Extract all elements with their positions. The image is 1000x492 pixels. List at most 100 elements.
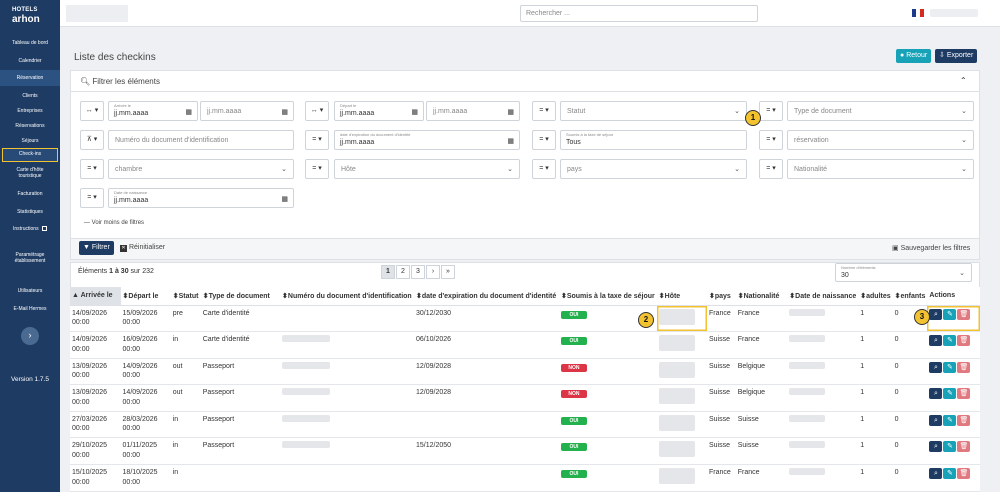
french-flag-icon[interactable]: [912, 9, 924, 17]
arrivee-from-input[interactable]: Arrivée le jj.mm.aaaa ▦: [108, 101, 198, 121]
chevron-up-icon[interactable]: ⌃: [960, 76, 967, 85]
sidebar-item-statistiques[interactable]: Statistiques: [0, 209, 60, 215]
operator-select[interactable]: = ▾: [80, 159, 104, 179]
cell-hote[interactable]: [656, 384, 707, 412]
operator-select[interactable]: = ▾: [532, 101, 556, 121]
sidebar-item-reservations[interactable]: Réservations: [0, 123, 60, 129]
delete-icon[interactable]: 🗑︎: [957, 388, 971, 400]
col-type-document[interactable]: ⬍Type de document: [200, 287, 281, 306]
sidebar-item-carte-hote[interactable]: Carte d'hôte touristique: [10, 167, 50, 179]
delete-icon[interactable]: 🗑︎: [957, 441, 971, 453]
edit-icon[interactable]: ✎: [943, 308, 957, 320]
view-icon[interactable]: ⌕: [929, 308, 943, 320]
edit-icon[interactable]: ✎: [943, 468, 957, 480]
operator-select[interactable]: = ▾: [759, 101, 783, 121]
sidebar-item-check-ins[interactable]: Check-ins: [2, 148, 58, 162]
view-icon[interactable]: ⌕: [929, 388, 943, 400]
col-expiration[interactable]: ⬍date d'expiration du document d'identit…: [414, 287, 559, 306]
col-hote[interactable]: ⬍Hôte: [656, 287, 707, 306]
hote-select[interactable]: Hôte ⌄: [334, 159, 520, 179]
page-1[interactable]: 1: [381, 265, 395, 279]
sidebar-item-sejours[interactable]: Séjours: [0, 138, 60, 144]
edit-icon[interactable]: ✎: [943, 441, 957, 453]
col-depart[interactable]: ⬍Départ le: [120, 287, 171, 306]
operator-select[interactable]: = ▾: [759, 159, 783, 179]
delete-icon[interactable]: 🗑︎: [957, 468, 971, 480]
col-arrivee[interactable]: ▲ Arrivée le: [70, 287, 121, 306]
arrivee-to-input[interactable]: jj.mm.aaaa ▦: [200, 101, 294, 121]
cell-hote[interactable]: [656, 464, 707, 492]
sidebar-item-tableau-de-bord[interactable]: Tableau de bord: [0, 40, 60, 46]
date-naissance-input[interactable]: Date de naissance jj.mm.aaaa ▦: [108, 188, 294, 208]
voir-moins-filtres-link[interactable]: — Voir moins de filtres: [84, 220, 144, 226]
retour-button[interactable]: ● Retour: [896, 49, 932, 63]
sidebar-item-reservation[interactable]: Réservation: [0, 70, 60, 86]
sidebar-collapse-button[interactable]: ›: [21, 327, 39, 345]
edit-icon[interactable]: ✎: [943, 361, 957, 373]
operator-select[interactable]: ↔ ▾: [80, 101, 104, 121]
operator-select[interactable]: = ▾: [759, 130, 783, 150]
operator-select[interactable]: = ▾: [532, 130, 556, 150]
col-numero-document[interactable]: ⬍Numéro du document d'identification: [280, 287, 415, 306]
col-adultes[interactable]: ⬍adultes: [858, 287, 893, 306]
filtrer-button[interactable]: ▼ Filtrer: [79, 241, 114, 255]
operator-select[interactable]: = ▾: [305, 130, 329, 150]
numero-document-input[interactable]: Numéro du document d'identification: [108, 130, 294, 150]
col-nationalite[interactable]: ⬍Nationalité: [735, 287, 788, 306]
sidebar-item-email-hermes[interactable]: E-Mail Hermes: [0, 306, 60, 312]
last-page-icon[interactable]: »: [441, 265, 455, 279]
operator-select[interactable]: ⊼ ▾: [80, 130, 104, 150]
filter-header[interactable]: 🔍︎ Filtrer les éléments: [80, 77, 160, 86]
reservation-select[interactable]: réservation ⌄: [787, 130, 974, 150]
col-enfants[interactable]: ⬍enfants: [892, 287, 928, 306]
operator-select[interactable]: = ▾: [532, 159, 556, 179]
sidebar-item-entreprises[interactable]: Entreprises: [0, 108, 60, 114]
col-pays[interactable]: ⬍pays: [706, 287, 736, 306]
logo[interactable]: HOTELS arhon: [12, 7, 46, 25]
cell-hote[interactable]: [656, 305, 707, 333]
sidebar-item-utilisateurs[interactable]: Utilisateurs: [0, 288, 60, 294]
expiration-date-input[interactable]: date d'expiration du document d'identité…: [334, 130, 520, 150]
nationalite-select[interactable]: Nationalité ⌄: [787, 159, 974, 179]
cell-hote[interactable]: [656, 411, 707, 439]
col-taxe[interactable]: ⬍Soumis à la taxe de séjour: [558, 287, 657, 306]
statut-select[interactable]: Statut ⌄: [560, 101, 747, 121]
view-icon[interactable]: ⌕: [929, 468, 943, 480]
cell-hote[interactable]: [656, 437, 707, 466]
edit-icon[interactable]: ✎: [943, 388, 957, 400]
delete-icon[interactable]: 🗑︎: [957, 308, 971, 320]
page-3[interactable]: 3: [411, 265, 425, 279]
delete-icon[interactable]: 🗑︎: [957, 361, 971, 373]
view-icon[interactable]: ⌕: [929, 414, 943, 426]
reinitialiser-button[interactable]: ✕ Réinitialiser: [120, 244, 165, 252]
view-icon[interactable]: ⌕: [929, 441, 943, 453]
taxe-sejour-select[interactable]: Soumis à la taxe de séjour Tous: [560, 130, 747, 150]
search-input[interactable]: Rechercher ...: [520, 5, 758, 22]
depart-from-input[interactable]: Départ le jj.mm.aaaa ▦: [334, 101, 424, 121]
exporter-button[interactable]: ⇩ Exporter: [935, 49, 978, 63]
view-icon[interactable]: ⌕: [929, 335, 943, 347]
col-statut[interactable]: ⬍Statut: [170, 287, 201, 306]
next-page-icon[interactable]: ›: [426, 265, 440, 279]
type-document-select[interactable]: Type de document ⌄: [787, 101, 974, 121]
page-2[interactable]: 2: [396, 265, 410, 279]
sauvegarder-filtres-button[interactable]: ▣ Sauvegarder les filtres: [892, 244, 970, 252]
sidebar-item-instructions[interactable]: Instructions: [0, 226, 60, 232]
cell-hote[interactable]: [656, 331, 707, 359]
cell-hote[interactable]: [656, 358, 707, 386]
delete-icon[interactable]: 🗑︎: [957, 414, 971, 426]
sidebar-item-facturation[interactable]: Facturation: [0, 191, 60, 197]
sidebar-item-parametrage[interactable]: Paramétrage établissement: [6, 252, 54, 264]
operator-select[interactable]: = ▾: [305, 159, 329, 179]
sidebar-item-calendrier[interactable]: Calendrier: [0, 58, 60, 64]
edit-icon[interactable]: ✎: [943, 414, 957, 426]
user-menu[interactable]: [930, 9, 978, 17]
view-icon[interactable]: ⌕: [929, 361, 943, 373]
chambre-select[interactable]: chambre ⌄: [108, 159, 294, 179]
delete-icon[interactable]: 🗑︎: [957, 335, 971, 347]
depart-to-input[interactable]: jj.mm.aaaa ▦: [426, 101, 520, 121]
per-page-select[interactable]: Nombre d'éléments 30 ⌄: [835, 263, 972, 282]
operator-select[interactable]: ↔ ▾: [305, 101, 329, 121]
col-date-naissance[interactable]: ⬍Date de naissance: [787, 287, 859, 306]
sidebar-item-clients[interactable]: Clients: [0, 93, 60, 99]
